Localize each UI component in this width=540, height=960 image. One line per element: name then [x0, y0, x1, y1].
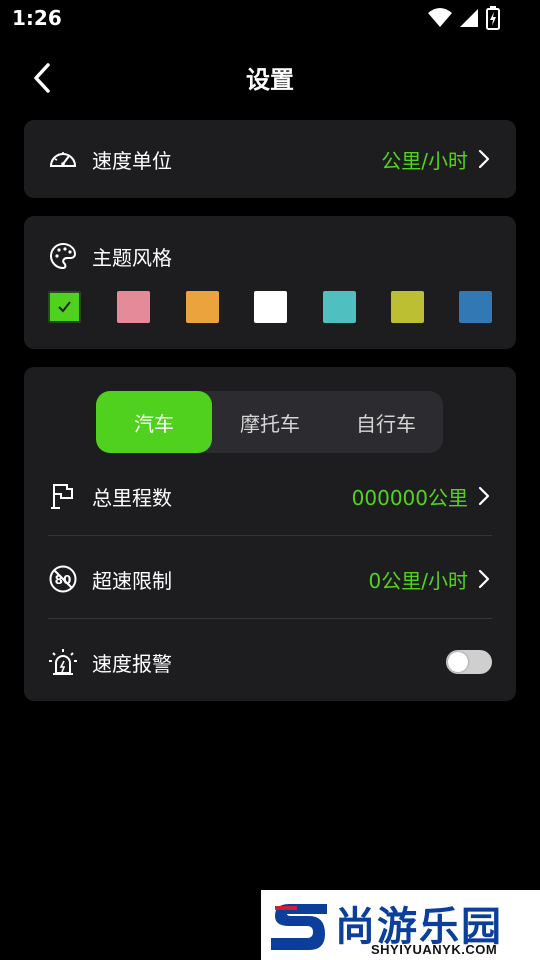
swatch-olive[interactable]	[391, 291, 424, 323]
mileage-label: 总里程数	[92, 485, 172, 510]
speed-unit-label: 速度单位	[92, 148, 172, 173]
divider	[48, 535, 492, 536]
tab-motorcycle[interactable]: 摩托车	[212, 391, 328, 453]
palette-icon	[50, 242, 77, 270]
swatch-green[interactable]	[48, 291, 81, 323]
overspeed-label: 超速限制	[92, 568, 172, 593]
alarm-row: 速度报警	[24, 632, 516, 692]
chevron-right-icon	[478, 149, 490, 169]
tab-car[interactable]: 汽车	[96, 391, 212, 453]
app-bar: 设置	[0, 46, 540, 110]
swatch-pink[interactable]	[117, 291, 150, 323]
speed-limit-icon: 80	[49, 565, 77, 593]
alarm-light-icon	[49, 649, 77, 675]
speed-unit-row[interactable]: 速度单位 公里/小时	[24, 129, 516, 189]
swatch-blue[interactable]	[459, 291, 492, 323]
chevron-right-icon	[478, 486, 490, 506]
status-icons	[428, 6, 500, 30]
theme-title-row: 主题风格	[24, 228, 516, 284]
flag-icon	[51, 484, 73, 509]
theme-card: 主题风格	[24, 216, 516, 349]
alarm-label: 速度报警	[92, 651, 172, 676]
swatch-teal[interactable]	[323, 291, 356, 323]
vehicle-tabs: 汽车 摩托车 自行车	[96, 391, 443, 453]
theme-label: 主题风格	[92, 245, 172, 270]
mileage-row[interactable]: 总里程数 000000公里	[24, 466, 516, 526]
speed-unit-value: 公里/小时	[381, 148, 468, 173]
speed-unit-card: 速度单位 公里/小时	[24, 120, 516, 198]
vehicle-card: 汽车 摩托车 自行车 总里程数 000000公里 80 超速限制 0公里/小时	[24, 367, 516, 701]
swatch-white[interactable]	[254, 291, 287, 323]
signal-icon	[460, 9, 478, 27]
toggle-knob	[448, 652, 468, 672]
watermark-url: SHYIYUANYK.COM	[371, 942, 498, 957]
alarm-toggle[interactable]	[446, 650, 492, 674]
check-icon	[48, 291, 81, 323]
theme-swatches	[48, 291, 492, 323]
swatch-orange[interactable]	[186, 291, 219, 323]
watermark: 尚游乐园 SHYIYUANYK.COM	[261, 890, 540, 960]
tab-bicycle[interactable]: 自行车	[328, 391, 444, 453]
page-title: 设置	[246, 66, 294, 94]
status-time: 1:26	[12, 6, 62, 30]
overspeed-value: 0公里/小时	[368, 568, 468, 593]
overspeed-row[interactable]: 80 超速限制 0公里/小时	[24, 549, 516, 609]
divider	[48, 618, 492, 619]
wifi-icon	[428, 8, 452, 27]
s-logo-icon	[271, 904, 327, 950]
chevron-right-icon	[478, 569, 490, 589]
battery-charging-icon	[486, 6, 500, 30]
status-bar: 1:26	[0, 0, 540, 38]
speedometer-icon	[49, 152, 77, 167]
mileage-value: 000000公里	[351, 485, 468, 510]
